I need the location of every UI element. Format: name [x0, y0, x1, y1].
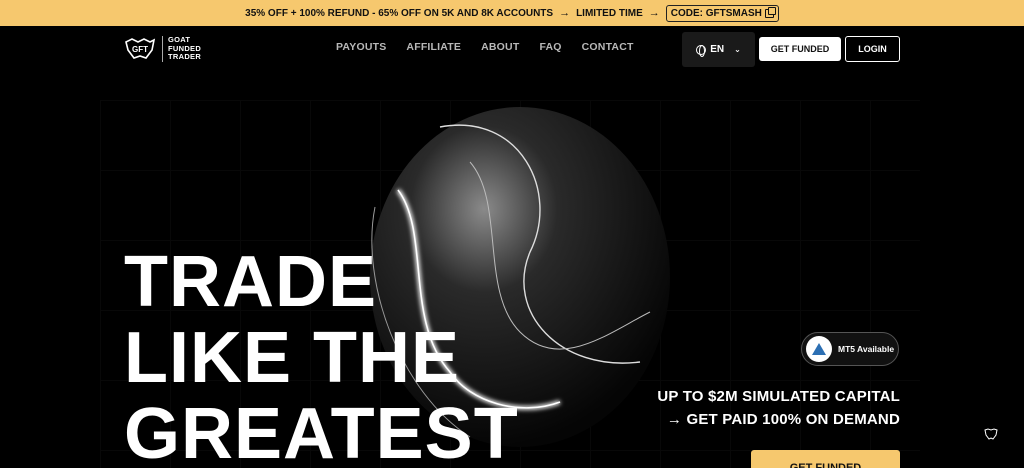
headline-line-2: LIKE THE [124, 318, 461, 398]
gft-logo-icon[interactable] [984, 428, 998, 440]
language-label: EN [710, 44, 725, 55]
arrow-right-icon: → [559, 7, 571, 19]
brand-line-3: TRADER [168, 52, 202, 61]
promo-limited-text: LIMITED TIME [576, 7, 643, 19]
brand-logo[interactable]: GFT GOAT FUNDED TRADER [124, 35, 202, 62]
hero-headline: TRADE LIKE THE GREATEST [124, 244, 519, 468]
headline-line-3: GREATEST [124, 394, 519, 468]
language-selector[interactable]: EN ⌄ [682, 32, 755, 67]
nav-item-affiliate[interactable]: AFFILIATE [406, 41, 461, 53]
hero-get-funded-button[interactable]: GET FUNDED [751, 450, 900, 468]
mt5-label: MT5 Available [838, 344, 895, 354]
promo-bar[interactable]: 35% OFF + 100% REFUND - 65% OFF ON 5K AN… [0, 0, 1024, 26]
arrow-right-icon: → [648, 7, 660, 19]
nav-item-about[interactable]: ABOUT [481, 41, 519, 53]
globe-icon [696, 44, 707, 57]
nav-item-payouts[interactable]: PAYOUTS [336, 41, 386, 53]
top-nav: GFT GOAT FUNDED TRADER PAYOUTS AFFILIATE… [0, 26, 1024, 72]
promo-code-label: CODE: GFTSMASH [670, 7, 762, 19]
hero-caption-capital: UP TO $2M SIMULATED CAPITAL [657, 388, 900, 405]
gft-logo-icon: GFT [125, 37, 156, 59]
arrow-right-icon: → [666, 411, 687, 428]
caption-payout-text: GET PAID 100% ON DEMAND [686, 411, 900, 428]
svg-text:GFT: GFT [132, 45, 148, 54]
main-menu: PAYOUTS AFFILIATE ABOUT FAQ CONTACT [336, 41, 634, 53]
mt5-badge: MT5 Available [801, 332, 899, 366]
nav-item-contact[interactable]: CONTACT [582, 41, 634, 53]
chevron-down-icon: ⌄ [734, 45, 741, 54]
get-funded-button[interactable]: GET FUNDED [759, 37, 841, 61]
nav-item-faq[interactable]: FAQ [539, 41, 561, 53]
mt5-icon [806, 336, 832, 362]
brand-name: GOAT FUNDED TRADER [162, 35, 202, 62]
hero-caption-payout: → GET PAID 100% ON DEMAND [667, 411, 900, 428]
login-button[interactable]: LOGIN [845, 36, 900, 62]
promo-code-button[interactable]: CODE: GFTSMASH [665, 4, 779, 22]
headline-line-1: TRADE [124, 242, 377, 322]
copy-icon [764, 6, 776, 18]
promo-offer-text: 35% OFF + 100% REFUND - 65% OFF ON 5K AN… [245, 7, 554, 19]
